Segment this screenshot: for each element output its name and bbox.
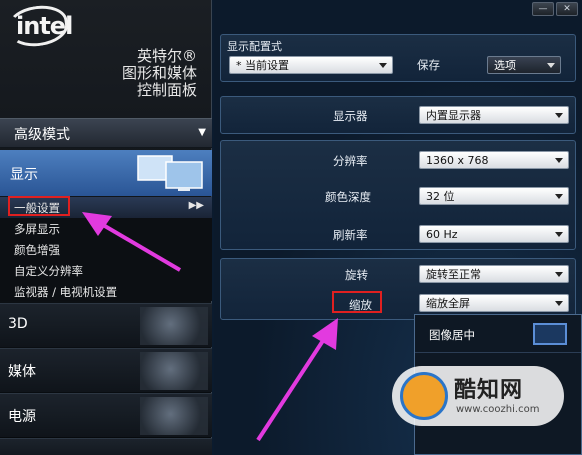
product-title: 英特尔® 图形和媒体 控制面板 bbox=[122, 48, 197, 99]
intel-graphics-control-panel: intel 英特尔® 图形和媒体 控制面板 高级模式 ▼ 显示 一般设置 ▶▶ … bbox=[0, 0, 582, 455]
left-navigation-panel: intel 英特尔® 图形和媒体 控制面板 高级模式 ▼ 显示 一般设置 ▶▶ … bbox=[0, 0, 212, 455]
resolution-select[interactable]: 1360 x 768 bbox=[419, 151, 569, 169]
sidebar-item-label: 电源 bbox=[8, 409, 36, 425]
chevron-down-icon bbox=[547, 63, 555, 68]
sidebar-item-3d[interactable]: 3D bbox=[0, 303, 212, 347]
power-flags-icon bbox=[140, 397, 208, 435]
rotation-select[interactable]: 旋转至正常 bbox=[419, 265, 569, 283]
sidebar-item-label: 3D bbox=[8, 316, 28, 332]
color-depth-label: 颜色深度 bbox=[325, 190, 371, 204]
refresh-rate-value: 60 Hz bbox=[426, 228, 458, 241]
window-controls: — ✕ bbox=[498, 2, 578, 18]
intel-logo: intel bbox=[16, 12, 73, 40]
rotation-label: 旋转 bbox=[345, 268, 368, 282]
product-line-2: 图形和媒体 bbox=[121, 64, 197, 82]
scaling-value: 缩放全屏 bbox=[426, 297, 470, 310]
chevron-down-icon bbox=[555, 272, 563, 277]
options-label: 选项 bbox=[494, 59, 516, 72]
refresh-rate-label: 刷新率 bbox=[333, 228, 368, 242]
mode-selector-label: 高级模式 bbox=[14, 127, 70, 143]
highlight-box-scaling bbox=[332, 291, 382, 313]
color-depth-select[interactable]: 32 位 bbox=[419, 187, 569, 205]
sidebar-item-multi-display[interactable]: 多屏显示 bbox=[0, 218, 212, 239]
chevron-down-icon bbox=[555, 158, 563, 163]
color-depth-value: 32 位 bbox=[426, 190, 455, 203]
scaling-select[interactable]: 缩放全屏 bbox=[419, 294, 569, 312]
monitor-select[interactable]: 内置显示器 bbox=[419, 106, 569, 124]
sidebar-item-power[interactable]: 电源 bbox=[0, 393, 212, 437]
profile-title: 显示配置式 bbox=[227, 40, 282, 53]
chevron-down-icon bbox=[379, 63, 387, 68]
display-mode-panel: 分辨率 1360 x 768 颜色深度 32 位 刷新率 60 Hz bbox=[220, 140, 576, 250]
monitor-panel: 显示器 内置显示器 bbox=[220, 96, 576, 134]
chevron-down-icon bbox=[555, 113, 563, 118]
center-image-preview-icon bbox=[533, 323, 567, 345]
sidebar-item-custom-resolution[interactable]: 自定义分辨率 bbox=[0, 260, 212, 281]
monitors-icon bbox=[137, 155, 203, 191]
chevron-down-icon: ▼ bbox=[198, 127, 206, 138]
coozhi-watermark: 酷知网 www.coozhi.com bbox=[392, 366, 564, 426]
sidebar-item-color-enhancement[interactable]: 颜色增强 bbox=[0, 239, 212, 260]
resolution-label: 分辨率 bbox=[333, 154, 368, 168]
sidebar-item-more[interactable] bbox=[0, 438, 212, 455]
watermark-name: 酷知网 bbox=[454, 378, 524, 403]
settings-panel: — ✕ 显示配置式 * 当前设置 保存 选项 显示器 内置显示器 分辨率 136… bbox=[214, 0, 582, 455]
chevron-down-icon bbox=[555, 194, 563, 199]
mode-selector[interactable]: 高级模式 ▼ bbox=[0, 118, 212, 148]
sidebar-item-label: 显示 bbox=[10, 167, 38, 183]
sidebar-item-label: 媒体 bbox=[8, 364, 36, 380]
resolution-value: 1360 x 768 bbox=[426, 154, 489, 167]
monitor-label: 显示器 bbox=[333, 109, 368, 123]
option-label: 图像居中 bbox=[429, 328, 475, 342]
profile-select-value: * 当前设置 bbox=[236, 59, 289, 72]
watermark-url: www.coozhi.com bbox=[456, 404, 540, 415]
product-line-3: 控制面板 bbox=[136, 81, 197, 99]
save-button[interactable]: 保存 bbox=[417, 57, 440, 73]
monitor-select-value: 内置显示器 bbox=[426, 109, 481, 122]
rotation-scaling-panel: 旋转 旋转至正常 缩放 缩放全屏 bbox=[220, 258, 576, 320]
chevron-down-icon bbox=[555, 301, 563, 306]
highlight-box-general-settings bbox=[8, 196, 70, 216]
sidebar-item-media[interactable]: 媒体 bbox=[0, 348, 212, 392]
refresh-rate-select[interactable]: 60 Hz bbox=[419, 225, 569, 243]
options-menu-button[interactable]: 选项 bbox=[487, 56, 561, 74]
product-line-1: 英特尔® bbox=[136, 47, 197, 65]
sidebar-item-display[interactable]: 显示 bbox=[0, 150, 212, 196]
profile-panel: 显示配置式 * 当前设置 保存 选项 bbox=[220, 34, 576, 82]
media-camera-icon bbox=[140, 352, 208, 390]
chevron-down-icon bbox=[555, 232, 563, 237]
fast-forward-icon: ▶▶ bbox=[188, 200, 204, 211]
scaling-option-center-image[interactable]: 图像居中 bbox=[415, 315, 581, 353]
rotation-value: 旋转至正常 bbox=[426, 268, 481, 281]
minimize-button[interactable]: — bbox=[532, 2, 554, 16]
3d-shapes-icon bbox=[140, 307, 208, 345]
profile-select[interactable]: * 当前设置 bbox=[229, 56, 393, 74]
close-button[interactable]: ✕ bbox=[556, 2, 578, 16]
coozhi-logo-icon bbox=[400, 372, 448, 420]
sidebar-item-monitor-tv-settings[interactable]: 监视器 / 电视机设置 bbox=[0, 281, 212, 302]
